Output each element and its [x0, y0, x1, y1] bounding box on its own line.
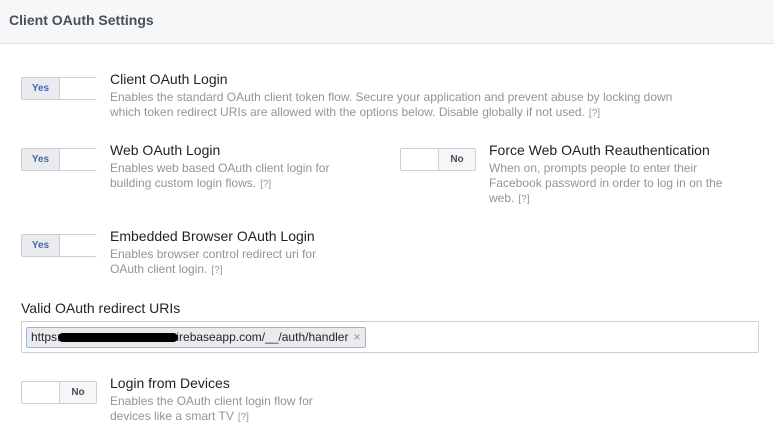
toggle-yes-label: Yes — [22, 149, 60, 170]
web-oauth-login-description: Enables web based OAuth client login for… — [110, 161, 330, 190]
toggle-no-label: No — [59, 382, 96, 403]
client-oauth-login-description: Enables the standard OAuth client token … — [110, 90, 673, 119]
web-oauth-login-title: Web OAuth Login — [110, 142, 221, 158]
section-header: Client OAuth Settings — [0, 0, 774, 44]
help-link[interactable]: [?] — [518, 194, 529, 205]
section-title: Client OAuth Settings — [9, 12, 154, 28]
redirect-uri-token[interactable]: https: irebaseapp.com/__/auth/handler × — [26, 327, 366, 348]
redacted-text — [58, 333, 179, 343]
toggle-no-label: No — [438, 149, 475, 170]
client-oauth-login-toggle[interactable]: Yes — [21, 77, 98, 100]
toggle-yes-label: Yes — [22, 78, 60, 99]
force-reauth-description: When on, prompts people to enter their F… — [489, 161, 723, 205]
help-link[interactable]: [?] — [589, 108, 600, 119]
remove-token-icon[interactable]: × — [353, 330, 360, 344]
web-oauth-login-toggle[interactable]: Yes — [21, 148, 98, 171]
help-link[interactable]: [?] — [260, 179, 271, 190]
embedded-browser-login-title: Embedded Browser OAuth Login — [110, 228, 315, 244]
login-from-devices-description: Enables the OAuth client login flow for … — [110, 394, 313, 423]
help-link[interactable]: [?] — [238, 412, 249, 423]
force-reauth-toggle[interactable]: No — [400, 148, 476, 171]
login-from-devices-title: Login from Devices — [110, 375, 230, 391]
client-oauth-login-title: Client OAuth Login — [110, 71, 228, 87]
redirect-uris-label: Valid OAuth redirect URIs — [21, 300, 181, 316]
redirect-uris-input[interactable]: https: irebaseapp.com/__/auth/handler × — [21, 321, 759, 353]
help-link[interactable]: [?] — [211, 265, 222, 276]
embedded-browser-login-toggle[interactable]: Yes — [21, 234, 98, 257]
embedded-browser-login-description: Enables browser control redirect uri for… — [110, 247, 317, 276]
force-reauth-title: Force Web OAuth Reauthentication — [489, 142, 710, 158]
toggle-yes-label: Yes — [22, 235, 60, 256]
login-from-devices-toggle[interactable]: No — [21, 381, 97, 404]
